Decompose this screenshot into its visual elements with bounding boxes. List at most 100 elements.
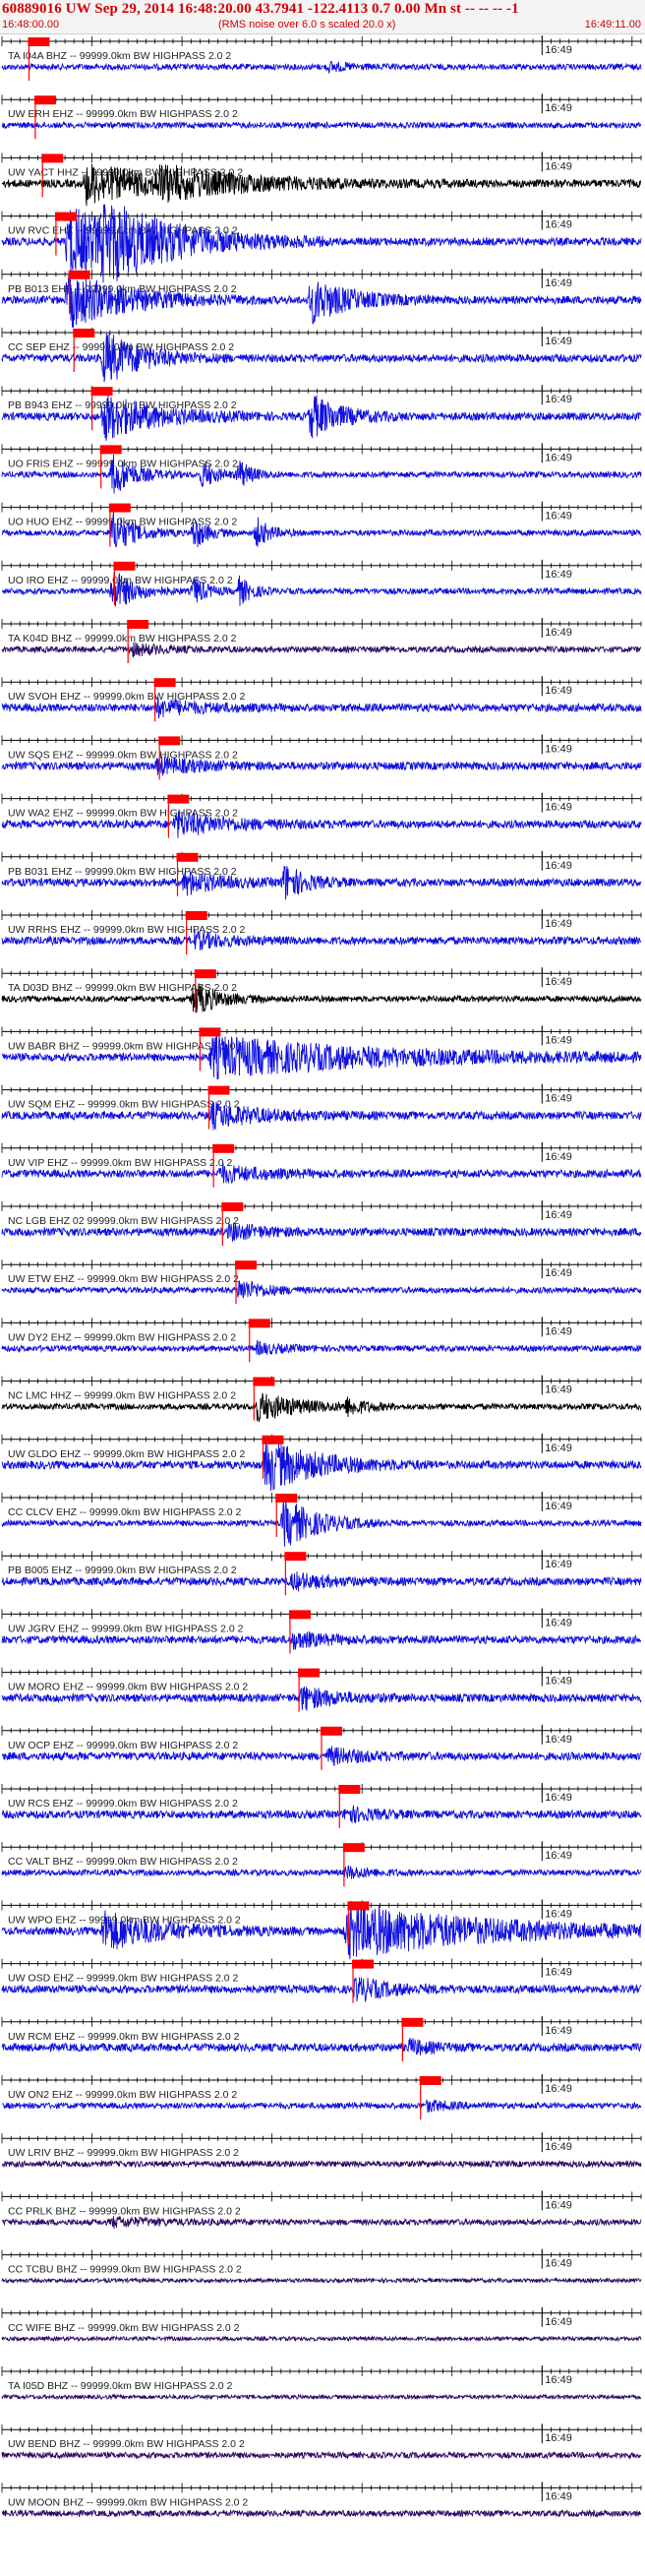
- pick-flag: [288, 1610, 311, 1620]
- pick-flag: [73, 329, 95, 337]
- minute-tick-label: 16:49: [545, 1325, 572, 1337]
- pick-flag: [28, 37, 50, 46]
- minute-tick-label: 16:49: [545, 1093, 572, 1105]
- minute-tick-label: 16:49: [545, 627, 572, 639]
- waveform-trace: [1, 1865, 642, 1879]
- trace-row-40: 16:49 TA I05D BHZ -- 99999.0km BW HIGHPAS…: [1, 2365, 642, 2401]
- station-label: UW SQS EHZ -- 99999.0km BW HIGHPASS 2.0 …: [8, 749, 238, 761]
- minute-tick-label: 16:49: [545, 1850, 572, 1862]
- seismogram-plot: 16:49 TA I04A BHZ -- 99999.0km BW HIGHPAS…: [1, 35, 642, 2518]
- station-label: UW YACT HHZ -- 99999.0km BW HIGHPASS 2.0…: [8, 166, 243, 178]
- pick-flag: [90, 387, 113, 397]
- minute-tick-label: 16:49: [545, 2490, 572, 2502]
- station-label: UW DY2 EHZ -- 99999.0km BW HIGHPASS 2.0 …: [8, 1331, 236, 1343]
- minute-tick-label: 16:49: [545, 1617, 572, 1628]
- pick-flag: [342, 1843, 365, 1853]
- station-label: NC LGB EHZ 02 99999.0km BW HIGHPASS 2.0 …: [8, 1215, 239, 1227]
- trace-row-3: 16:49UW RVC EHZ -- 99999.0km BW HIGHPASS…: [1, 204, 642, 283]
- waveform-trace: [1, 2450, 642, 2460]
- minute-tick-label: 16:49: [545, 1792, 572, 1804]
- minute-tick-label: 16:49: [545, 2374, 572, 2386]
- pick-flag: [199, 1027, 221, 1037]
- trace-row-9: 16:49UO IRO EHZ -- 99999.0km BW HIGHPASS…: [1, 559, 642, 607]
- minute-tick-label: 16:49: [545, 511, 572, 522]
- pick-flag: [99, 445, 122, 455]
- pick-flag: [33, 95, 56, 105]
- minute-tick-label: 16:49: [545, 685, 572, 697]
- minute-tick-label: 16:49: [545, 44, 572, 56]
- minute-tick-label: 16:49: [545, 452, 572, 463]
- pick-flag: [212, 1143, 235, 1153]
- minute-tick-label: 16:49: [545, 1267, 572, 1279]
- waveform-trace: [1, 120, 642, 130]
- pick-flag: [185, 911, 207, 920]
- pick-flag: [401, 2017, 424, 2027]
- station-label: UW SVOH EHZ -- 99999.0km BW HIGHPASS 2.0…: [8, 691, 246, 703]
- pick-flag: [153, 678, 176, 688]
- minute-tick-label: 16:49: [545, 2432, 572, 2444]
- trace-row-37: 16:49 CC PRLK BHZ -- 99999.0km BW HIGHPAS…: [1, 2190, 642, 2230]
- trace-row-34: 16:49 UW RCM EHZ -- 99999.0km BW HIGHPASS…: [1, 2015, 642, 2061]
- pick-flag: [298, 1668, 321, 1678]
- plot-header: 60889016 UW Sep 29, 2014 16:48:20.00 43.…: [0, 0, 645, 34]
- minute-tick-label: 16:49: [545, 569, 572, 581]
- trace-row-18: 16:49 UW SQM EHZ -- 99999.0km BW HIGHPASS…: [1, 1083, 642, 1131]
- station-label: UW JGRV EHZ -- 99999.0km BW HIGHPASS 2.0…: [8, 1623, 244, 1634]
- station-label: UW SQM EHZ -- 99999.0km BW HIGHPASS 2.0 …: [8, 1099, 240, 1111]
- event-title: 60889016 UW Sep 29, 2014 16:48:20.00 43.…: [2, 1, 519, 17]
- trace-row-19: 16:49 UW VIP EHZ -- 99999.0km BW HIGHPASS…: [1, 1141, 642, 1188]
- trace-row-33: 16:49 UW OSD EHZ -- 99999.0km BW HIGHPASS…: [1, 1957, 642, 2003]
- minute-tick-label: 16:49: [545, 277, 572, 289]
- waveform-trace: [1, 2099, 642, 2114]
- pick-flag: [167, 794, 190, 804]
- pick-flag: [284, 1552, 307, 1562]
- pick-flag: [253, 1377, 275, 1386]
- minute-tick-label: 16:49: [545, 2083, 572, 2095]
- pick-flag: [207, 1085, 230, 1095]
- trace-row-14: 16:49PB B031 EHZ -- 99999.0km BW HIGHPAS…: [1, 850, 642, 900]
- station-label: TA D03D BHZ -- 99999.0km BW HIGHPASS 2.0…: [8, 982, 237, 994]
- station-label: NC LMC HHZ -- 99999.0km BW HIGHPASS 2.0 …: [8, 1390, 236, 1402]
- waveform-trace: [1, 2276, 642, 2285]
- station-label: CC VALT BHZ -- 99999.0km BW HIGHPASS 2.0…: [8, 1856, 238, 1868]
- rms-note: (RMS noise over 6.0 s scaled 20.0 x): [218, 19, 396, 31]
- minute-tick-label: 16:49: [545, 802, 572, 814]
- station-label: CC WIFE BHZ -- 99999.0km BW HIGHPASS 2.0…: [8, 2322, 240, 2334]
- minute-tick-label: 16:49: [545, 2025, 572, 2037]
- trace-row-38: 16:49 CC TCBU BHZ -- 99999.0km BW HIGHPAS…: [1, 2248, 642, 2285]
- minute-tick-label: 16:49: [545, 860, 572, 872]
- trace-row-12: 16:49 UW SQS EHZ -- 99999.0km BW HIGHPASS…: [1, 734, 642, 780]
- trace-row-11: 16:49 UW SVOH EHZ -- 99999.0km BW HIGHPAS…: [1, 676, 642, 722]
- trace-row-13: 16:49 UW WA2 EHZ -- 99999.0km BW HIGHPASS…: [1, 792, 642, 838]
- pick-flag: [321, 1726, 342, 1736]
- station-label: CC TCBU BHZ -- 99999.0km BW HIGHPASS 2.0…: [8, 2264, 242, 2276]
- pick-flag: [194, 969, 216, 979]
- trace-row-4: 16:49PB B013 EHZ -- 99999.0km BW HIGHPAS…: [1, 268, 642, 329]
- pick-flag: [338, 1785, 361, 1794]
- station-label: TA I05D BHZ -- 99999.0km BW HIGHPASS 2.0…: [8, 2380, 233, 2392]
- trace-row-22: 16:49 UW DY2 EHZ -- 99999.0km BW HIGHPASS…: [1, 1317, 642, 1363]
- station-label: UW ETW EHZ -- 99999.0km BW HIGHPASS 2.0 …: [8, 1273, 239, 1285]
- station-label: UW VIP EHZ -- 99999.0km BW HIGHPASS 2.0 …: [8, 1157, 233, 1169]
- pick-flag: [113, 561, 136, 571]
- trace-row-20: 16:49 NC LGB EHZ 02 99999.0km BW HIGHPASS…: [1, 1200, 642, 1246]
- trace-row-36: 16:49 UW LRIV BHZ -- 99999.0km BW HIGHPAS…: [1, 2132, 642, 2169]
- pick-flag: [41, 153, 64, 163]
- minute-tick-label: 16:49: [545, 1676, 572, 1687]
- station-label: UW BEND BHZ -- 99999.0km BW HIGHPASS 2.0…: [8, 2438, 245, 2450]
- trace-row-6: 16:49PB B943 EHZ -- 99999.0km BW HIGHPAS…: [1, 385, 642, 441]
- station-label: UW OCP EHZ -- 99999.0km BW HIGHPASS 2.0 …: [8, 1740, 238, 1751]
- trace-row-10: 16:49 TA K04D BHZ -- 99999.0km BW HIGHPAS…: [1, 618, 642, 663]
- minute-tick-label: 16:49: [545, 2316, 572, 2328]
- minute-tick-label: 16:49: [545, 394, 572, 405]
- pick-flag: [176, 852, 199, 862]
- trace-row-26: 16:49 PB B005 EHZ -- 99999.0km BW HIGHPAS…: [1, 1550, 642, 1596]
- pick-flag: [248, 1319, 270, 1328]
- trace-row-0: 16:49 TA I04A BHZ -- 99999.0km BW HIGHPAS…: [1, 35, 642, 81]
- minute-tick-label: 16:49: [545, 2258, 572, 2270]
- minute-tick-label: 16:49: [545, 1034, 572, 1046]
- trace-row-16: 16:49 TA D03D BHZ -- 99999.0km BW HIGHPAS…: [1, 967, 642, 1013]
- station-label: UW MOON BHZ -- 99999.0km BW HIGHPASS 2.0…: [8, 2496, 248, 2508]
- trace-row-28: 16:49 UW MORO EHZ -- 99999.0km BW HIGHPAS…: [1, 1666, 642, 1712]
- trace-row-1: 16:49 UW ERH EHZ -- 99999.0km BW HIGHPASS…: [1, 93, 642, 140]
